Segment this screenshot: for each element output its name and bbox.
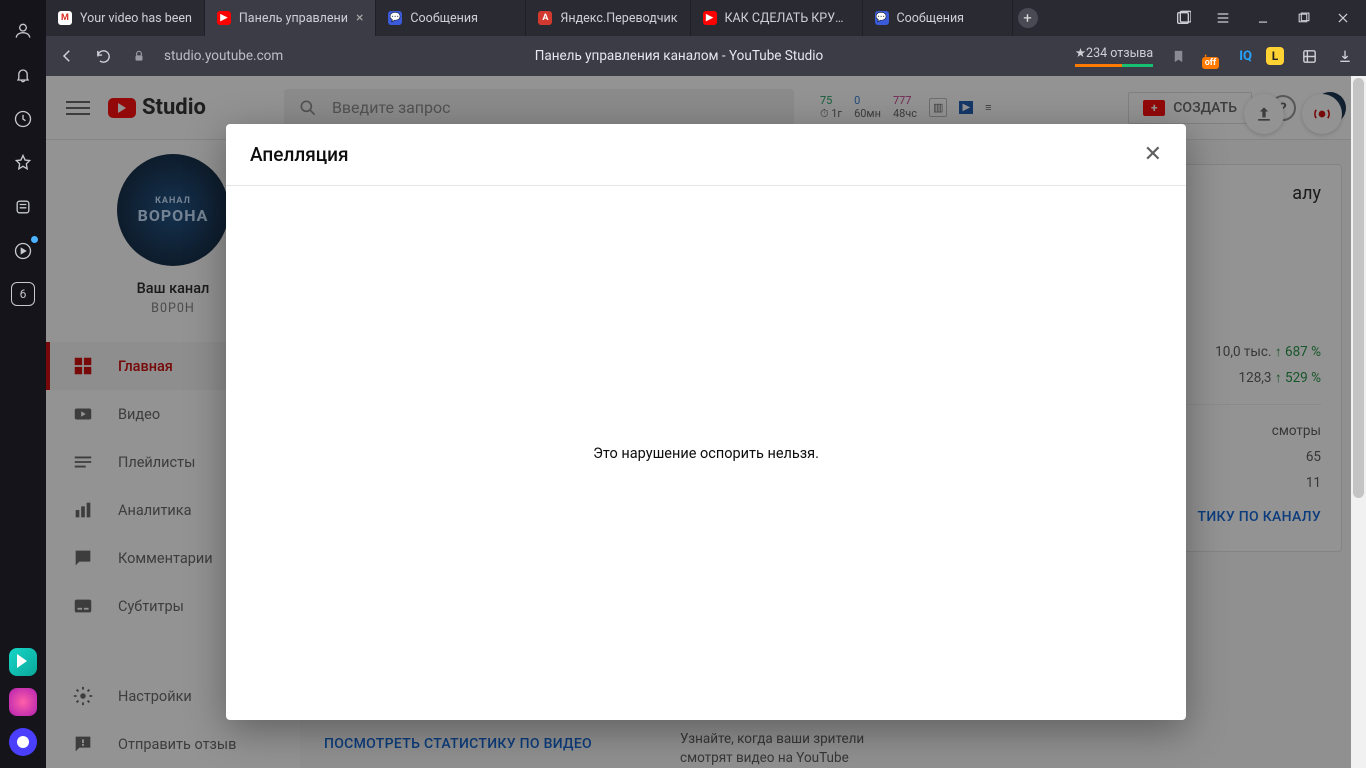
app-shortcut-1[interactable] (9, 648, 37, 676)
minimize-icon[interactable] (1254, 9, 1272, 27)
bookmark-icon[interactable] (1167, 45, 1189, 67)
address-bar: studio.youtube.com Панель управления кан… (46, 36, 1366, 76)
browser-tab[interactable]: MYour video has been (46, 0, 205, 36)
scrollbar[interactable] (1351, 76, 1366, 768)
modal-message: Это нарушение оспорить нельзя. (593, 445, 819, 462)
browser-tabstrip: MYour video has been▶Панель управлени×💬С… (46, 0, 1366, 36)
page-title: Панель управления каналом - YouTube Stud… (297, 48, 1061, 64)
modal-title: Апелляция (250, 143, 349, 166)
reload-icon[interactable] (92, 45, 114, 67)
os-side-rail: 6 (0, 0, 46, 768)
back-icon[interactable] (56, 45, 78, 67)
clock-icon[interactable] (10, 106, 36, 132)
bell-icon[interactable] (10, 62, 36, 88)
app-shortcut-2[interactable] (9, 688, 37, 716)
close-icon[interactable]: ✕ (1144, 142, 1162, 167)
browser-tab[interactable]: ▶Панель управлени× (205, 0, 377, 36)
play-circle-icon[interactable] (10, 238, 36, 264)
menu-icon[interactable] (1214, 9, 1232, 27)
flame-icon[interactable]: off (1203, 45, 1225, 67)
appeal-modal: Апелляция ✕ Это нарушение оспорить нельз… (226, 124, 1186, 720)
maximize-icon[interactable] (1294, 9, 1312, 27)
window-close-icon[interactable] (1334, 9, 1352, 27)
extensions-icon[interactable] (1298, 45, 1320, 67)
collections-icon[interactable] (10, 194, 36, 220)
new-tab-button[interactable]: + (1013, 0, 1043, 36)
browser-tab[interactable]: AЯндекс.Переводчик (526, 0, 690, 36)
browser-tab[interactable]: 💬Сообщения (863, 0, 1013, 36)
extensions-area: ★234 отзыва off IQ L (1075, 45, 1356, 67)
reviews-badge[interactable]: ★234 отзыва (1075, 45, 1153, 67)
url-text[interactable]: studio.youtube.com (164, 48, 283, 64)
panel-toggle-icon[interactable] (1174, 9, 1192, 27)
browser-tab[interactable]: 💬Сообщения (376, 0, 526, 36)
lock-icon (128, 45, 150, 67)
tab-close-icon[interactable]: × (356, 10, 363, 26)
browser-tab[interactable]: ▶КАК СДЕЛАТЬ КРУТО (691, 0, 863, 36)
iq-extension-icon[interactable]: IQ (1239, 49, 1252, 64)
profile-icon[interactable] (10, 18, 36, 44)
star-icon[interactable] (10, 150, 36, 176)
counter-badge[interactable]: 6 (11, 282, 35, 306)
download-icon[interactable] (1334, 45, 1356, 67)
l-extension-icon[interactable]: L (1266, 47, 1284, 65)
app-shortcut-3[interactable] (9, 728, 37, 756)
